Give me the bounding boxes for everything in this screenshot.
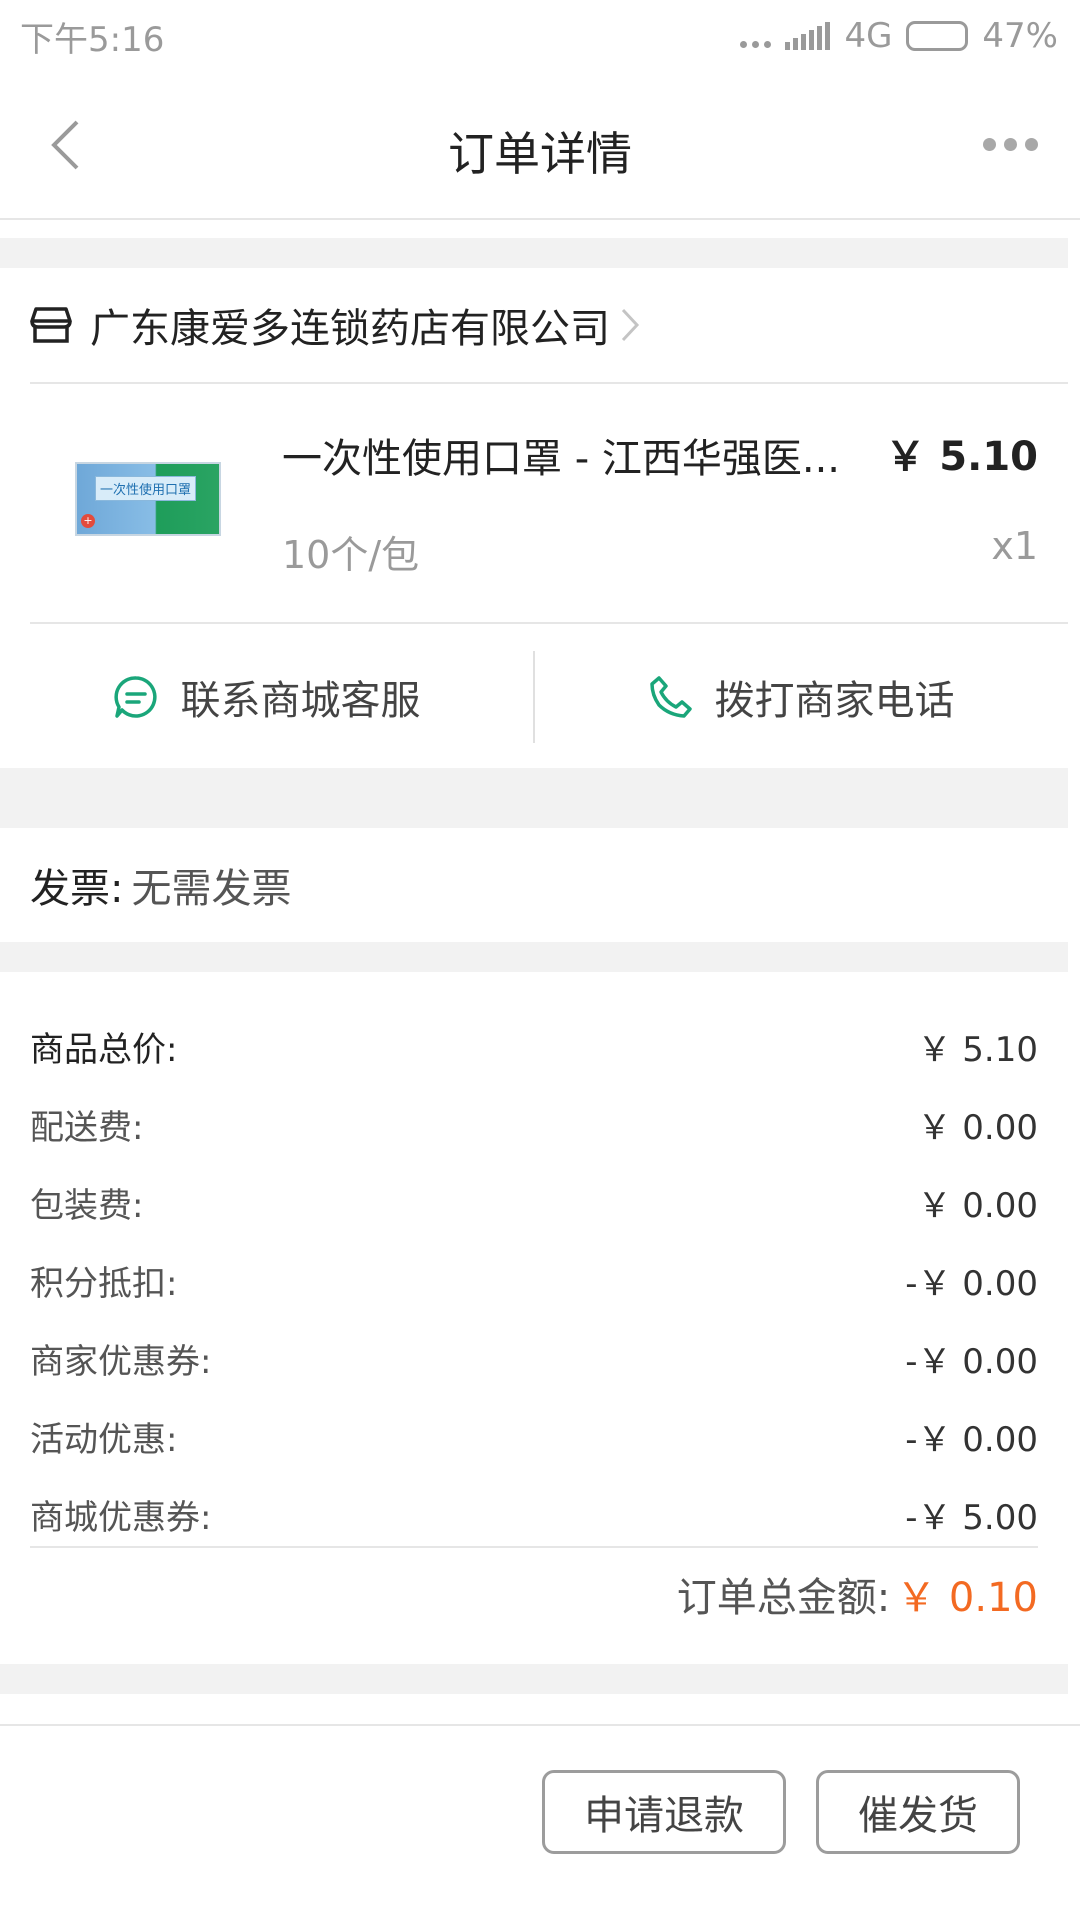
summary-value: -￥ 0.00 — [905, 1341, 1038, 1382]
order-total: 订单总金额: ￥ 0.10 — [677, 1564, 1038, 1624]
invoice-value: 无需发票 — [131, 866, 292, 912]
red-cross-icon: + — [81, 514, 95, 528]
invoice-row: 发票: 无需发票 — [0, 828, 1068, 942]
summary-row: 商家优惠券: -￥ 0.00 — [30, 1328, 1038, 1388]
chevron-right-icon — [621, 308, 640, 342]
order-total-value: ￥ 0.10 — [896, 1575, 1038, 1621]
store-section: 广东康爱多连锁药店有限公司 一次性使用口罩 + 一次性使用口罩 - 江西华强医.… — [0, 268, 1068, 768]
summary-label: 活动优惠: — [30, 1419, 178, 1460]
summary-value: ￥ 0.00 — [917, 1107, 1038, 1148]
battery-icon — [906, 21, 969, 51]
summary-value: -￥ 0.00 — [905, 1263, 1038, 1304]
contact-service-button[interactable]: 联系商城客服 — [0, 626, 533, 768]
product-spec: 10个/包 — [282, 533, 420, 577]
urge-shipment-button[interactable]: 催发货 — [816, 1770, 1020, 1854]
product-price: ￥ 5.10 — [885, 434, 1038, 480]
summary-label: 商家优惠券: — [30, 1341, 212, 1382]
contact-row: 联系商城客服 拨打商家电话 — [0, 626, 1068, 768]
summary-row: 商城优惠券: -￥ 5.00 — [30, 1484, 1038, 1544]
store-icon — [30, 307, 72, 343]
summary-label: 包装费: — [30, 1185, 144, 1226]
navigation-bar: 订单详情 — [0, 72, 1080, 220]
summary-row: 商品总价: ￥ 5.10 — [30, 1016, 1038, 1076]
summary-row: 积分抵扣: -￥ 0.00 — [30, 1250, 1038, 1310]
more-horizontal-icon — [982, 137, 996, 151]
summary-divider — [30, 1546, 1038, 1548]
network-type: 4G — [844, 16, 893, 56]
product-quantity: x1 — [991, 524, 1038, 568]
signal-strength-icon — [785, 22, 831, 50]
product-name: 一次性使用口罩 - 江西华强医... — [282, 436, 841, 482]
call-merchant-button[interactable]: 拨打商家电话 — [535, 626, 1068, 768]
summary-label: 商品总价: — [30, 1029, 178, 1070]
price-summary: 商品总价: ￥ 5.10 配送费: ￥ 0.00 包装费: ￥ 0.00 积分抵… — [0, 972, 1068, 1664]
summary-label: 配送费: — [30, 1107, 144, 1148]
battery-percent: 47% — [982, 16, 1058, 56]
status-bar: 下午5:16 4G 47% — [0, 0, 1080, 72]
summary-value: ￥ 0.00 — [917, 1185, 1038, 1226]
store-name: 广东康爱多连锁药店有限公司 — [90, 306, 610, 352]
summary-label: 积分抵扣: — [30, 1263, 178, 1304]
store-header[interactable]: 广东康爱多连锁药店有限公司 — [30, 268, 1068, 384]
section-divider — [0, 942, 1068, 972]
page-title: 订单详情 — [448, 127, 632, 181]
request-refund-button[interactable]: 申请退款 — [542, 1770, 786, 1854]
status-indicators: 4G 47% — [740, 16, 1058, 56]
product-image: 一次性使用口罩 + — [75, 462, 221, 536]
product-image-label: 一次性使用口罩 — [95, 476, 197, 501]
summary-value: -￥ 0.00 — [905, 1419, 1038, 1460]
phone-icon — [649, 676, 692, 718]
order-total-label: 订单总金额: — [676, 1575, 891, 1621]
status-time: 下午5:16 — [20, 19, 165, 60]
section-divider — [0, 768, 1068, 828]
summary-row: 配送费: ￥ 0.00 — [30, 1094, 1038, 1154]
product-item[interactable]: 一次性使用口罩 + 一次性使用口罩 - 江西华强医... ￥ 5.10 10个/… — [30, 386, 1068, 624]
more-button[interactable] — [970, 124, 1050, 164]
summary-row: 活动优惠: -￥ 0.00 — [30, 1406, 1038, 1466]
summary-value: ￥ 5.10 — [917, 1029, 1038, 1070]
invoice-label: 发票: — [30, 866, 124, 912]
section-divider — [0, 238, 1068, 268]
signal-dots-icon — [740, 24, 772, 48]
bottom-action-bar: 申请退款 催发货 — [0, 1724, 1080, 1920]
summary-label: 商城优惠券: — [30, 1497, 212, 1538]
call-merchant-label: 拨打商家电话 — [714, 678, 955, 724]
chat-icon — [113, 676, 157, 718]
contact-service-label: 联系商城客服 — [180, 678, 421, 724]
summary-value: -￥ 5.00 — [905, 1497, 1038, 1538]
summary-row: 包装费: ￥ 0.00 — [30, 1172, 1038, 1232]
section-divider — [0, 1664, 1068, 1694]
